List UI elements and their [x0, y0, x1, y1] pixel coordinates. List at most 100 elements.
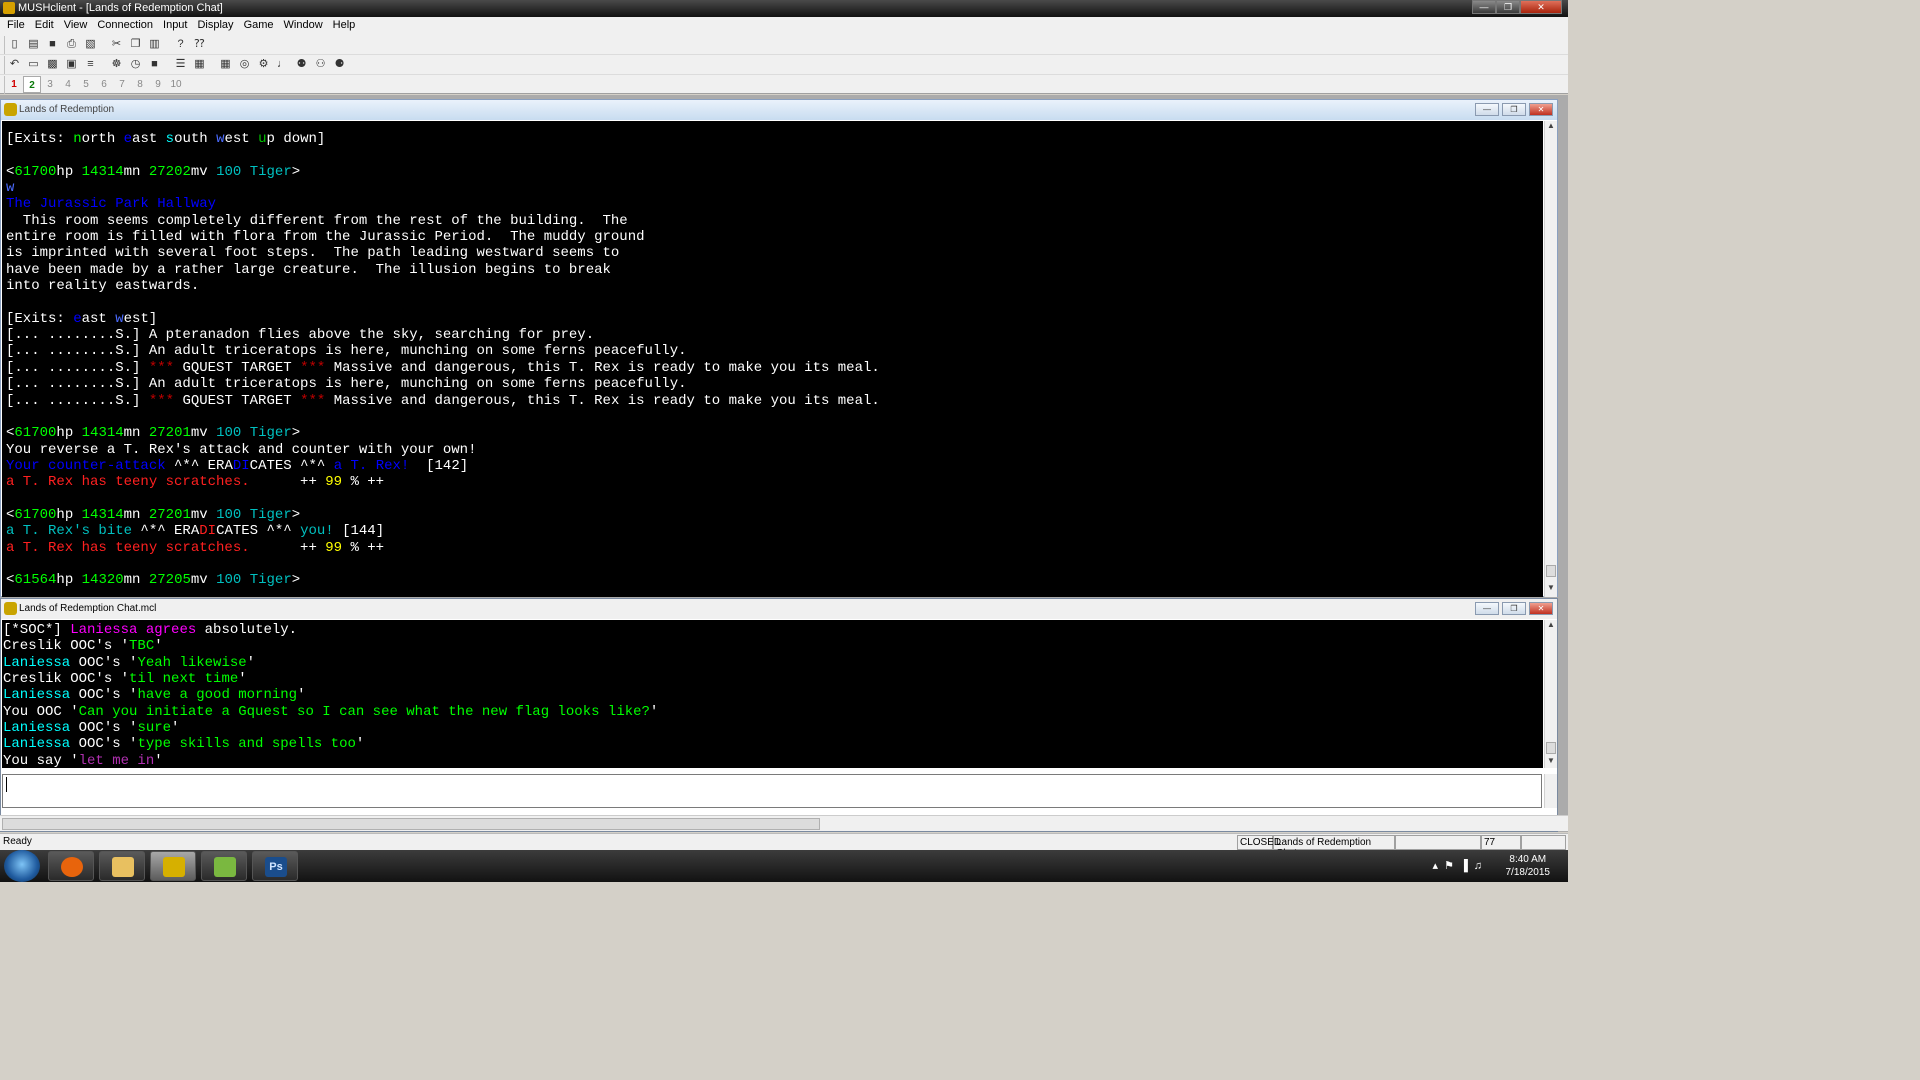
notepad-icon[interactable]: ▭ — [25, 56, 42, 73]
chat-scrollbar[interactable]: ▲ ▼ — [1544, 620, 1557, 768]
restore-button[interactable]: ❐ — [1496, 0, 1520, 14]
world-close-button[interactable]: ✕ — [1529, 103, 1553, 116]
minimize-button[interactable]: — — [1472, 0, 1496, 14]
world-text: 27201 — [148, 425, 191, 442]
world-tab-5[interactable]: 5 — [77, 76, 95, 93]
horizontal-scroll-thumb[interactable] — [2, 818, 820, 830]
immediate-icon[interactable]: ■ — [146, 56, 163, 73]
log-icon[interactable]: ▩ — [44, 56, 61, 73]
chat-minimize-button[interactable]: — — [1475, 602, 1499, 615]
menu-game[interactable]: Game — [239, 17, 279, 35]
world-text: The Jurassic Park Hallway — [6, 196, 217, 213]
command-scrollbar[interactable] — [1544, 774, 1557, 808]
world-tab-3[interactable]: 3 — [41, 76, 59, 93]
start-button[interactable] — [4, 850, 40, 882]
taskbar-clock[interactable]: 8:40 AM 7/18/2015 — [1506, 853, 1551, 879]
timers-icon[interactable]: ◷ — [127, 56, 144, 73]
taskbar-explorer-button[interactable] — [99, 851, 145, 881]
output-icon[interactable]: ▦ — [191, 56, 208, 73]
world-text: mv — [190, 506, 217, 523]
world-text: ++ — [249, 539, 326, 556]
menu-help[interactable]: Help — [328, 17, 361, 35]
world-icon[interactable]: ⚙ — [255, 56, 272, 73]
print-preview-icon[interactable]: ▧ — [82, 36, 99, 53]
close-button[interactable]: ✕ — [1520, 0, 1562, 14]
world-text: ERA — [174, 523, 200, 540]
taskbar-photoshop-button[interactable]: Ps — [252, 851, 298, 881]
world-text: a T. Rex has teeny scratches. — [6, 474, 250, 491]
chat-scroll-thumb[interactable] — [1546, 742, 1556, 754]
command-input[interactable] — [2, 774, 1542, 808]
menu-input[interactable]: Input — [158, 17, 192, 35]
open-folder-icon[interactable]: ▤ — [25, 36, 42, 53]
taskbar-mushclient-button[interactable] — [150, 851, 196, 881]
chat-restore-button[interactable]: ❐ — [1502, 602, 1526, 615]
menu-view[interactable]: View — [59, 17, 93, 35]
new-document-icon[interactable]: ▯ — [6, 36, 23, 53]
context-help-icon[interactable]: ⁇ — [191, 36, 208, 53]
menu-window[interactable]: Window — [279, 17, 328, 35]
world-tab-9[interactable]: 9 — [149, 76, 167, 93]
action-center-flag-icon[interactable]: ⚑ — [1444, 860, 1460, 872]
show-hidden-icons-icon[interactable]: ▴ — [1433, 860, 1445, 872]
world-text: 14314 — [81, 425, 124, 442]
explorer-icon — [112, 857, 134, 877]
world-line — [6, 409, 1539, 425]
world-minimize-button[interactable]: — — [1475, 103, 1499, 116]
help-icon[interactable]: ? — [172, 36, 189, 53]
print-icon[interactable]: ⎙ — [63, 36, 80, 53]
world-restore-button[interactable]: ❐ — [1502, 103, 1526, 116]
chat-close-button[interactable]: ✕ — [1529, 602, 1553, 615]
world-text: ast — [81, 310, 116, 327]
world-tab-4[interactable]: 4 — [59, 76, 77, 93]
reset-icon[interactable]: ▦ — [217, 56, 234, 73]
scroll-up-icon[interactable]: ▲ — [1545, 121, 1557, 133]
chat-scroll-down-icon[interactable]: ▼ — [1545, 756, 1557, 768]
paste-icon[interactable]: ▥ — [146, 36, 163, 53]
cut-icon[interactable]: ✂ — [108, 36, 125, 53]
chat-text: You OOC ' — [3, 703, 79, 720]
world-tab-8[interactable]: 8 — [131, 76, 149, 93]
chat-scroll-up-icon[interactable]: ▲ — [1545, 620, 1557, 632]
connect-icon[interactable]: ↶ — [6, 56, 23, 73]
scripts-icon[interactable]: ☰ — [172, 56, 189, 73]
world-scrollbar[interactable]: ▲ ▼ — [1544, 121, 1557, 597]
volume-icon[interactable]: ♫ — [1474, 860, 1488, 872]
menu-display[interactable]: Display — [192, 17, 238, 35]
world-scroll-thumb[interactable] — [1546, 565, 1556, 577]
world-window-title: Lands of Redemption — [19, 104, 115, 115]
world-line — [6, 491, 1539, 507]
chat-text: have a good morning — [137, 687, 298, 704]
taskbar-notepad-button[interactable] — [201, 851, 247, 881]
taskbar-firefox-button[interactable] — [48, 851, 94, 881]
save-icon[interactable]: ■ — [44, 36, 61, 53]
scroll-down-icon[interactable]: ▼ — [1545, 583, 1557, 595]
world-tab-6[interactable]: 6 — [95, 76, 113, 93]
sound-icon[interactable]: ♩ — [274, 56, 291, 73]
system-tray: ▴⚑▐♫ — [1433, 859, 1488, 872]
world-tab-1[interactable]: 1 — [5, 76, 23, 93]
find-icon[interactable]: ⚉ — [293, 56, 310, 73]
world-text: % ++ — [342, 474, 385, 491]
copy-icon[interactable]: ❐ — [127, 36, 144, 53]
menu-connection[interactable]: Connection — [92, 17, 158, 35]
world-text: hp — [56, 572, 82, 589]
triggers-icon[interactable]: ≡ — [82, 56, 99, 73]
horizontal-scrollbar[interactable] — [0, 815, 1568, 831]
windows-taskbar: Ps ▴⚑▐♫ 8:40 AM 7/18/2015 — [0, 850, 1568, 882]
world-text: [... ........S.] — [6, 392, 149, 409]
world-tab-7[interactable]: 7 — [113, 76, 131, 93]
world-tab-2[interactable]: 2 — [23, 76, 41, 93]
world-text: hp — [56, 425, 82, 442]
world-text: mn — [123, 425, 149, 442]
world-tab-10[interactable]: 10 — [167, 76, 185, 93]
network-icon[interactable]: ▐ — [1460, 860, 1474, 872]
world-text: > — [291, 572, 301, 589]
aliases-icon[interactable]: ☸ — [108, 56, 125, 73]
configure-icon[interactable]: ▣ — [63, 56, 80, 73]
menu-file[interactable]: File — [2, 17, 30, 35]
map-icon[interactable]: ⚈ — [331, 56, 348, 73]
info-icon[interactable]: ◎ — [236, 56, 253, 73]
find-again-icon[interactable]: ⚇ — [312, 56, 329, 73]
menu-edit[interactable]: Edit — [30, 17, 59, 35]
